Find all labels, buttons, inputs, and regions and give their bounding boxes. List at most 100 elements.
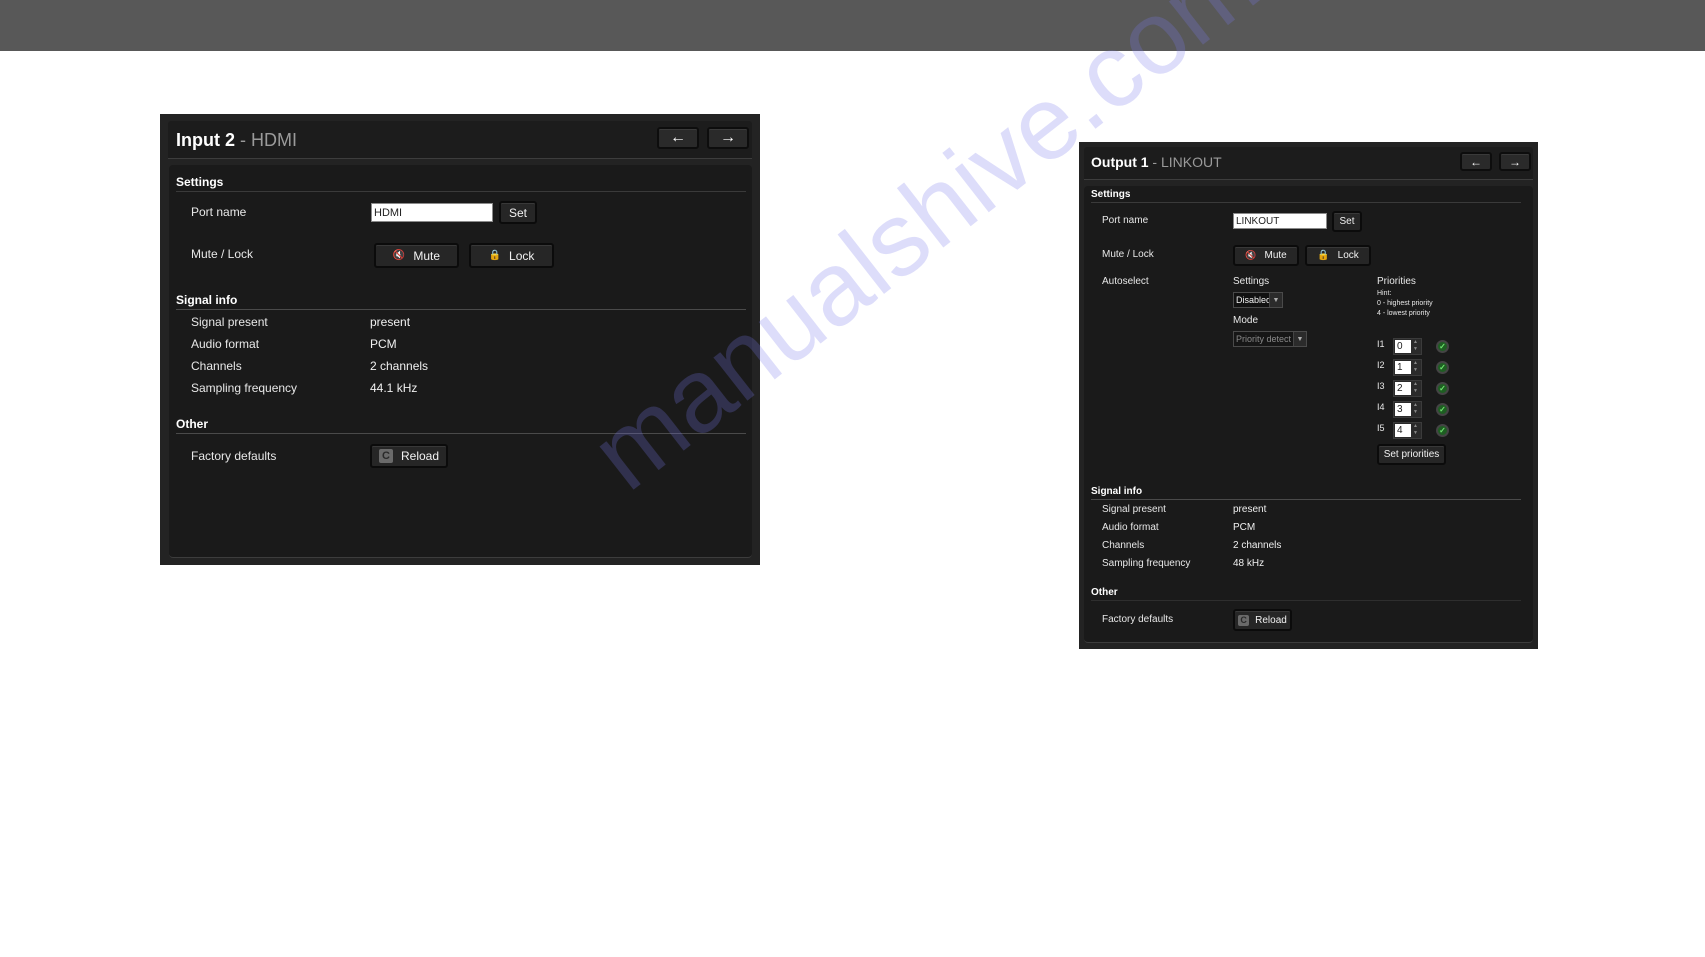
audio-format-value: PCM xyxy=(1233,522,1256,533)
factory-defaults-label: Factory defaults xyxy=(1102,614,1174,625)
output-port-panel: Output 1 - LINKOUT ← → Settings Port nam… xyxy=(1079,142,1538,649)
priority-value: 4 xyxy=(1395,424,1411,437)
autoselect-label: Autoselect xyxy=(1102,276,1149,287)
stepper-arrows-icon[interactable]: ▲ ▼ xyxy=(1411,402,1420,417)
speaker-mute-icon: 🔇 xyxy=(1245,250,1257,260)
divider xyxy=(176,433,746,434)
title-separator: - xyxy=(235,130,251,150)
port-name-input[interactable] xyxy=(1233,213,1327,229)
panel-title: Input 2 - HDMI xyxy=(176,130,297,151)
port-name-title: HDMI xyxy=(251,130,297,150)
priority-stepper[interactable]: 2 ▲ ▼ xyxy=(1393,380,1422,397)
channels-value: 2 channels xyxy=(370,359,429,373)
next-port-button[interactable]: → xyxy=(1499,152,1531,171)
signal-present-value: present xyxy=(370,315,411,329)
priority-value: 0 xyxy=(1395,340,1411,353)
port-name-title: LINKOUT xyxy=(1161,154,1222,170)
check-ok-icon: ✓ xyxy=(1436,403,1449,416)
priority-input-label: I5 xyxy=(1377,423,1385,433)
stepper-arrows-icon[interactable]: ▲ ▼ xyxy=(1411,381,1420,396)
sampling-frequency-label: Sampling frequency xyxy=(1102,558,1191,569)
arrow-left-icon: ← xyxy=(1470,154,1482,169)
set-label: Set xyxy=(508,205,527,220)
mute-label: Mute xyxy=(1264,250,1287,261)
signal-present-label: Signal present xyxy=(191,315,268,329)
reload-label: Reload xyxy=(1255,614,1287,626)
set-priorities-button[interactable]: Set priorities xyxy=(1377,444,1446,465)
priority-value: 1 xyxy=(1395,361,1411,374)
autoselect-settings-dropdown[interactable]: Disabled ▼ xyxy=(1233,292,1283,308)
sampling-frequency-value: 44.1 kHz xyxy=(370,381,418,395)
mode-value: Priority detect xyxy=(1236,334,1292,344)
check-ok-icon: ✓ xyxy=(1436,424,1449,437)
channels-label: Channels xyxy=(191,359,242,373)
hint-line-lowest: 4 - lowest priority xyxy=(1377,310,1430,317)
mute-button[interactable]: 🔇 Mute xyxy=(1233,245,1299,266)
channels-label: Channels xyxy=(1102,540,1145,551)
other-heading: Other xyxy=(176,417,209,431)
padlock-icon: 🔒 xyxy=(1317,250,1330,261)
check-ok-icon: ✓ xyxy=(1436,382,1449,395)
signal-info-heading: Signal info xyxy=(1091,486,1143,497)
panel-title: Output 1 - LINKOUT xyxy=(1091,154,1222,170)
reload-icon: C xyxy=(1238,614,1250,626)
signal-present-value: present xyxy=(1233,504,1267,515)
priority-stepper[interactable]: 0 ▲ ▼ xyxy=(1393,338,1422,355)
check-ok-icon: ✓ xyxy=(1436,340,1449,353)
reload-icon: C xyxy=(378,449,393,463)
hint-line-highest: 0 - highest priority xyxy=(1377,300,1433,307)
lock-button[interactable]: 🔒 Lock xyxy=(1305,245,1371,266)
port-name-label: Port name xyxy=(191,205,247,219)
padlock-icon: 🔒 xyxy=(488,250,502,261)
port-id: Output 1 xyxy=(1091,154,1149,170)
divider xyxy=(176,309,746,310)
stepper-arrows-icon[interactable]: ▲ ▼ xyxy=(1411,339,1420,354)
priority-input-label: I1 xyxy=(1377,339,1385,349)
signal-present-label: Signal present xyxy=(1102,504,1166,515)
lock-label: Lock xyxy=(509,248,535,263)
port-name-input[interactable] xyxy=(371,203,493,222)
stepper-arrows-icon[interactable]: ▲ ▼ xyxy=(1411,360,1420,375)
audio-format-label: Audio format xyxy=(191,337,260,351)
priority-stepper[interactable]: 3 ▲ ▼ xyxy=(1393,401,1422,418)
reload-button[interactable]: C Reload xyxy=(370,444,448,468)
mute-button[interactable]: 🔇 Mute xyxy=(374,243,459,268)
chevron-down-icon: ▼ xyxy=(1293,332,1306,346)
autoselect-settings-label: Settings xyxy=(1233,276,1270,287)
previous-port-button[interactable]: ← xyxy=(1460,152,1492,171)
arrow-right-icon: → xyxy=(1509,154,1521,169)
other-heading: Other xyxy=(1091,587,1118,598)
audio-format-value: PCM xyxy=(370,337,397,351)
previous-port-button[interactable]: ← xyxy=(657,127,699,149)
next-port-button[interactable]: → xyxy=(707,127,749,149)
priority-value: 3 xyxy=(1395,403,1411,416)
port-name-label: Port name xyxy=(1102,215,1149,226)
factory-defaults-label: Factory defaults xyxy=(191,449,277,463)
priority-input-label: I2 xyxy=(1377,360,1385,370)
settings-heading: Settings xyxy=(176,175,224,189)
mode-label: Mode xyxy=(1233,315,1259,326)
mute-lock-label: Mute / Lock xyxy=(191,247,254,261)
lock-button[interactable]: 🔒 Lock xyxy=(469,243,554,268)
hint-title: Hint: xyxy=(1377,290,1392,297)
sampling-frequency-label: Sampling frequency xyxy=(191,381,298,395)
check-ok-icon: ✓ xyxy=(1436,361,1449,374)
mute-lock-label: Mute / Lock xyxy=(1102,249,1154,260)
priority-stepper[interactable]: 4 ▲ ▼ xyxy=(1393,422,1422,439)
divider xyxy=(1091,600,1521,601)
divider xyxy=(1091,202,1521,203)
set-port-name-button[interactable]: Set xyxy=(499,201,537,224)
priority-input-label: I3 xyxy=(1377,381,1385,391)
arrow-left-icon: ← xyxy=(670,129,686,146)
mode-dropdown[interactable]: Priority detect ▼ xyxy=(1233,331,1307,347)
panel-body xyxy=(169,165,752,558)
priority-input-label: I4 xyxy=(1377,402,1385,412)
priority-stepper[interactable]: 1 ▲ ▼ xyxy=(1393,359,1422,376)
priorities-label: Priorities xyxy=(1377,276,1416,287)
top-bar xyxy=(0,0,1705,51)
signal-info-heading: Signal info xyxy=(176,293,238,307)
set-port-name-button[interactable]: Set xyxy=(1332,211,1362,232)
speaker-mute-icon: 🔇 xyxy=(392,250,406,261)
reload-button[interactable]: C Reload xyxy=(1233,609,1292,631)
stepper-arrows-icon[interactable]: ▲ ▼ xyxy=(1411,423,1420,438)
